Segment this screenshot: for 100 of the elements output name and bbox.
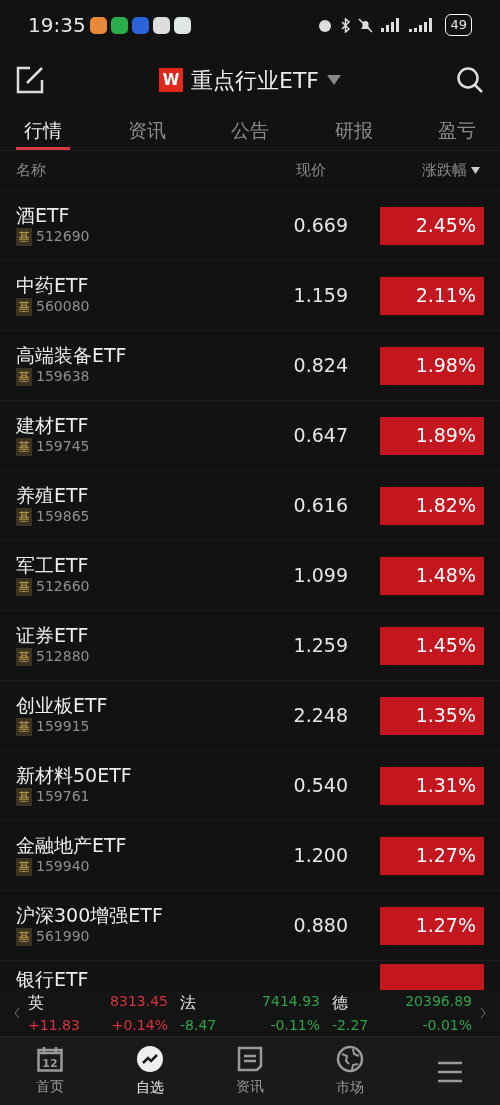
tab[interactable]: 资讯	[119, 114, 174, 150]
price: 1.099	[292, 563, 348, 589]
stock-code: 560080	[36, 297, 90, 317]
tab[interactable]: 行情	[16, 114, 70, 150]
app-icon	[173, 16, 191, 34]
column-header: 名称	[16, 160, 47, 182]
battery-level: 49	[445, 14, 472, 36]
stock-code: 159915	[36, 717, 90, 737]
fund-tag: 基	[16, 227, 32, 246]
change-badge: 1.31%	[380, 766, 484, 805]
change-badge: 1.82%	[380, 486, 484, 525]
stock-code: 159865	[36, 507, 90, 527]
table-row[interactable]: 养殖ETF 基 159865 0.616 1.82%	[0, 470, 500, 540]
index-change: +11.83	[28, 1015, 81, 1035]
nav-tab[interactable]: 自选	[110, 1044, 190, 1099]
fund-tag: 基	[16, 437, 32, 456]
globe-icon	[336, 1045, 364, 1073]
app-logo: W	[159, 68, 183, 92]
change-badge: 2.45%	[380, 206, 484, 245]
index-percent: -0.11%	[269, 1015, 320, 1035]
nav-tab[interactable]: 12 首页	[10, 1045, 90, 1098]
index-name: 德	[332, 991, 349, 1014]
index-price: 8313.45	[109, 991, 168, 1011]
sort-label: 涨跌幅	[422, 160, 467, 182]
table-row[interactable]: 中药ETF 基 560080 1.159 2.11%	[0, 260, 500, 330]
previous-icon[interactable]	[14, 1007, 20, 1019]
table-row[interactable]: 酒ETF 基 512690 0.669 2.45%	[0, 190, 500, 260]
table-row[interactable]: 金融地产ETF 基 159940 1.200 1.27%	[0, 820, 500, 890]
table-row[interactable]: 建材ETF 基 159745 0.647 1.89%	[0, 400, 500, 470]
table-row[interactable]: 高端装备ETF 基 159638 0.824 1.98%	[0, 330, 500, 400]
stock-code: 561990	[36, 927, 90, 947]
column-header: 现价	[296, 160, 326, 182]
search-icon[interactable]	[456, 66, 484, 94]
price: 1.200	[292, 843, 348, 869]
fund-tag: 基	[16, 507, 32, 526]
mute-icon	[358, 17, 374, 33]
change-badge: 1.45%	[380, 626, 484, 665]
price: 1.259	[292, 633, 348, 659]
index-price: 20396.89	[404, 991, 472, 1011]
price: 0.616	[292, 493, 348, 519]
stock-code: 159745	[36, 437, 90, 457]
tab[interactable]: 公告	[223, 114, 277, 150]
menu-icon	[437, 1060, 463, 1083]
app-icon	[131, 16, 149, 34]
stock-name: 高端装备ETF	[16, 343, 128, 367]
list-title: 重点行业ETF	[191, 66, 319, 95]
change-badge: 1.27%	[380, 906, 484, 945]
price: 0.880	[292, 913, 348, 939]
table-row[interactable]: 创业板ETF 基 159915 2.248 1.35%	[0, 680, 500, 750]
table-row[interactable]: 新材料50ETF 基 159761 0.540 1.31%	[0, 750, 500, 820]
table-row[interactable]: 沪深300增强ETF 基 561990 0.880 1.27%	[0, 890, 500, 960]
stock-code: 159940	[36, 857, 90, 877]
nav-tab[interactable]: 资讯	[210, 1045, 290, 1098]
bluetooth-icon	[341, 17, 351, 33]
sort-header[interactable]: 涨跌幅	[380, 159, 484, 182]
stock-name: 银行ETF	[16, 968, 90, 990]
nav-label: 首页	[36, 1077, 64, 1096]
index-change: -2.27	[332, 1015, 370, 1035]
app-icon	[89, 16, 107, 34]
stock-name: 金融地产ETF	[16, 833, 128, 857]
change-badge: 1.27%	[380, 836, 484, 875]
edit-icon[interactable]	[16, 66, 44, 94]
stock-name: 军工ETF	[16, 553, 90, 577]
stock-code: 512660	[36, 577, 90, 597]
calendar-icon: 12	[37, 1046, 63, 1072]
stock-name: 中药ETF	[16, 273, 90, 297]
trend-icon	[136, 1045, 164, 1073]
fund-tag: 基	[16, 857, 32, 876]
nav-tab[interactable]: 市场	[310, 1044, 390, 1099]
fund-tag: 基	[16, 927, 32, 946]
tab[interactable]: 盈亏	[430, 114, 484, 150]
stock-name: 新材料50ETF	[16, 763, 133, 787]
index-change: -8.47	[180, 1015, 218, 1035]
change-badge: 1.98%	[380, 346, 484, 385]
nav-label: 市场	[336, 1078, 364, 1097]
nav-label: 资讯	[236, 1077, 264, 1096]
change-badge: 1.48%	[380, 556, 484, 595]
signal-icon	[381, 18, 402, 32]
sort-icon[interactable]	[471, 167, 480, 174]
fund-tag: 基	[16, 577, 32, 596]
dropdown-icon[interactable]	[327, 75, 341, 85]
stock-name: 证券ETF	[16, 623, 90, 647]
index-price: 7414.93	[261, 991, 320, 1011]
stock-name: 酒ETF	[16, 203, 71, 227]
price: 0.647	[292, 423, 348, 449]
price: 0.824	[292, 353, 348, 379]
stock-name: 建材ETF	[16, 413, 90, 437]
stock-code: 512690	[36, 227, 90, 247]
stock-code: 159761	[36, 787, 90, 807]
price: 2.248	[292, 703, 348, 729]
table-row[interactable]: 军工ETF 基 512660 1.099 1.48%	[0, 540, 500, 610]
nav-label: 自选	[136, 1078, 164, 1097]
stock-name: 养殖ETF	[16, 483, 90, 507]
price: 1.159	[292, 283, 348, 309]
index-name: 英	[28, 991, 45, 1014]
next-icon[interactable]	[480, 1007, 486, 1019]
table-row[interactable]: 证券ETF 基 512880 1.259 1.45%	[0, 610, 500, 680]
stock-name: 创业板ETF	[16, 693, 109, 717]
fund-tag: 基	[16, 787, 32, 806]
tab[interactable]: 研报	[326, 114, 381, 150]
